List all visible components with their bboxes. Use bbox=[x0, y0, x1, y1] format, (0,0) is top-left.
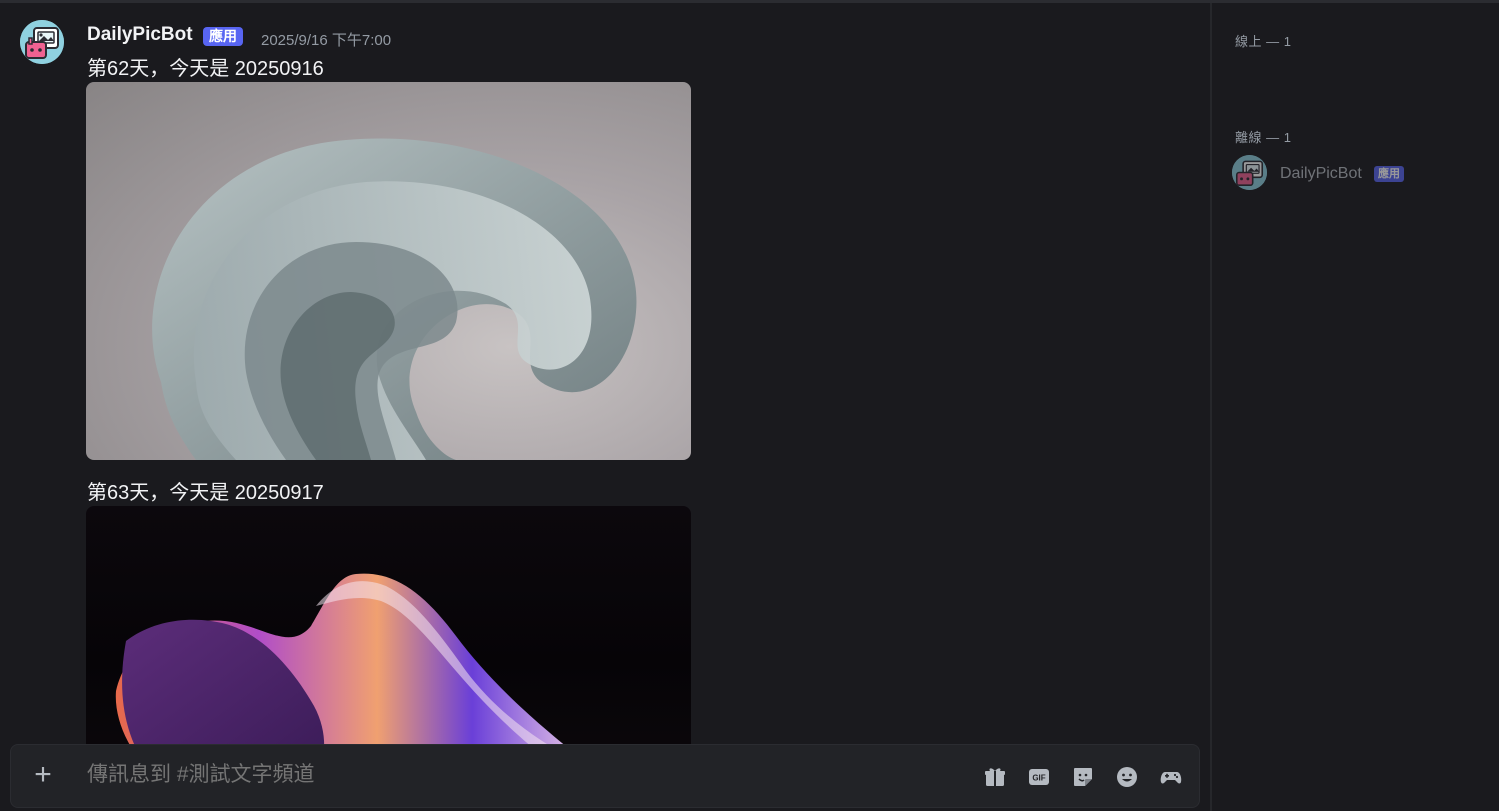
message-text: 第63天，今天是 20250917 bbox=[87, 482, 324, 504]
add-attachment-button[interactable]: + bbox=[31, 760, 55, 791]
offline-section-header: 離線 — 1 bbox=[1235, 130, 1292, 145]
member-avatar bbox=[1232, 155, 1267, 190]
attachment-image[interactable] bbox=[86, 82, 691, 460]
gif-icon: GIF bbox=[1029, 769, 1049, 785]
gif-label: GIF bbox=[1032, 774, 1045, 783]
chat-pane: DailyPicBot 應用 2025/9/16 下午7:00 第62天，今天是… bbox=[0, 3, 1210, 811]
sticker-icon bbox=[1074, 768, 1092, 786]
colorful-wave-image bbox=[115, 573, 591, 766]
emoji-icon bbox=[1117, 767, 1137, 787]
activity-icon bbox=[1160, 772, 1182, 784]
member-list: 線上 — 1 離線 — 1 DailyPicBot 應用 bbox=[1212, 3, 1499, 811]
online-section-header: 線上 — 1 bbox=[1235, 34, 1292, 49]
message-input[interactable] bbox=[87, 763, 947, 787]
discord-app: DailyPicBot 應用 2025/9/16 下午7:00 第62天，今天是… bbox=[0, 0, 1499, 811]
bot-avatar-icon bbox=[20, 20, 64, 64]
bot-avatar-icon bbox=[1232, 155, 1267, 190]
member-item[interactable]: DailyPicBot 應用 bbox=[1226, 151, 1488, 195]
message-composer: + GIF bbox=[10, 744, 1200, 808]
sticker-button[interactable] bbox=[1071, 765, 1095, 789]
message-timestamp[interactable]: 2025/9/16 下午7:00 bbox=[261, 29, 391, 50]
gif-button[interactable]: GIF bbox=[1027, 765, 1051, 789]
member-app-badge: 應用 bbox=[1374, 166, 1404, 182]
gift-button[interactable] bbox=[983, 765, 1007, 789]
bot-avatar[interactable] bbox=[20, 20, 64, 64]
attachment-image[interactable] bbox=[86, 506, 691, 766]
member-name: DailyPicBot bbox=[1280, 165, 1362, 182]
abstract-ribbon-image bbox=[152, 138, 637, 460]
gift-icon bbox=[985, 768, 1005, 786]
activity-button[interactable] bbox=[1159, 765, 1183, 789]
app-badge: 應用 bbox=[203, 27, 243, 46]
message-author[interactable]: DailyPicBot bbox=[87, 24, 193, 46]
emoji-button[interactable] bbox=[1115, 765, 1139, 789]
message-text: 第62天，今天是 20250916 bbox=[87, 58, 324, 80]
